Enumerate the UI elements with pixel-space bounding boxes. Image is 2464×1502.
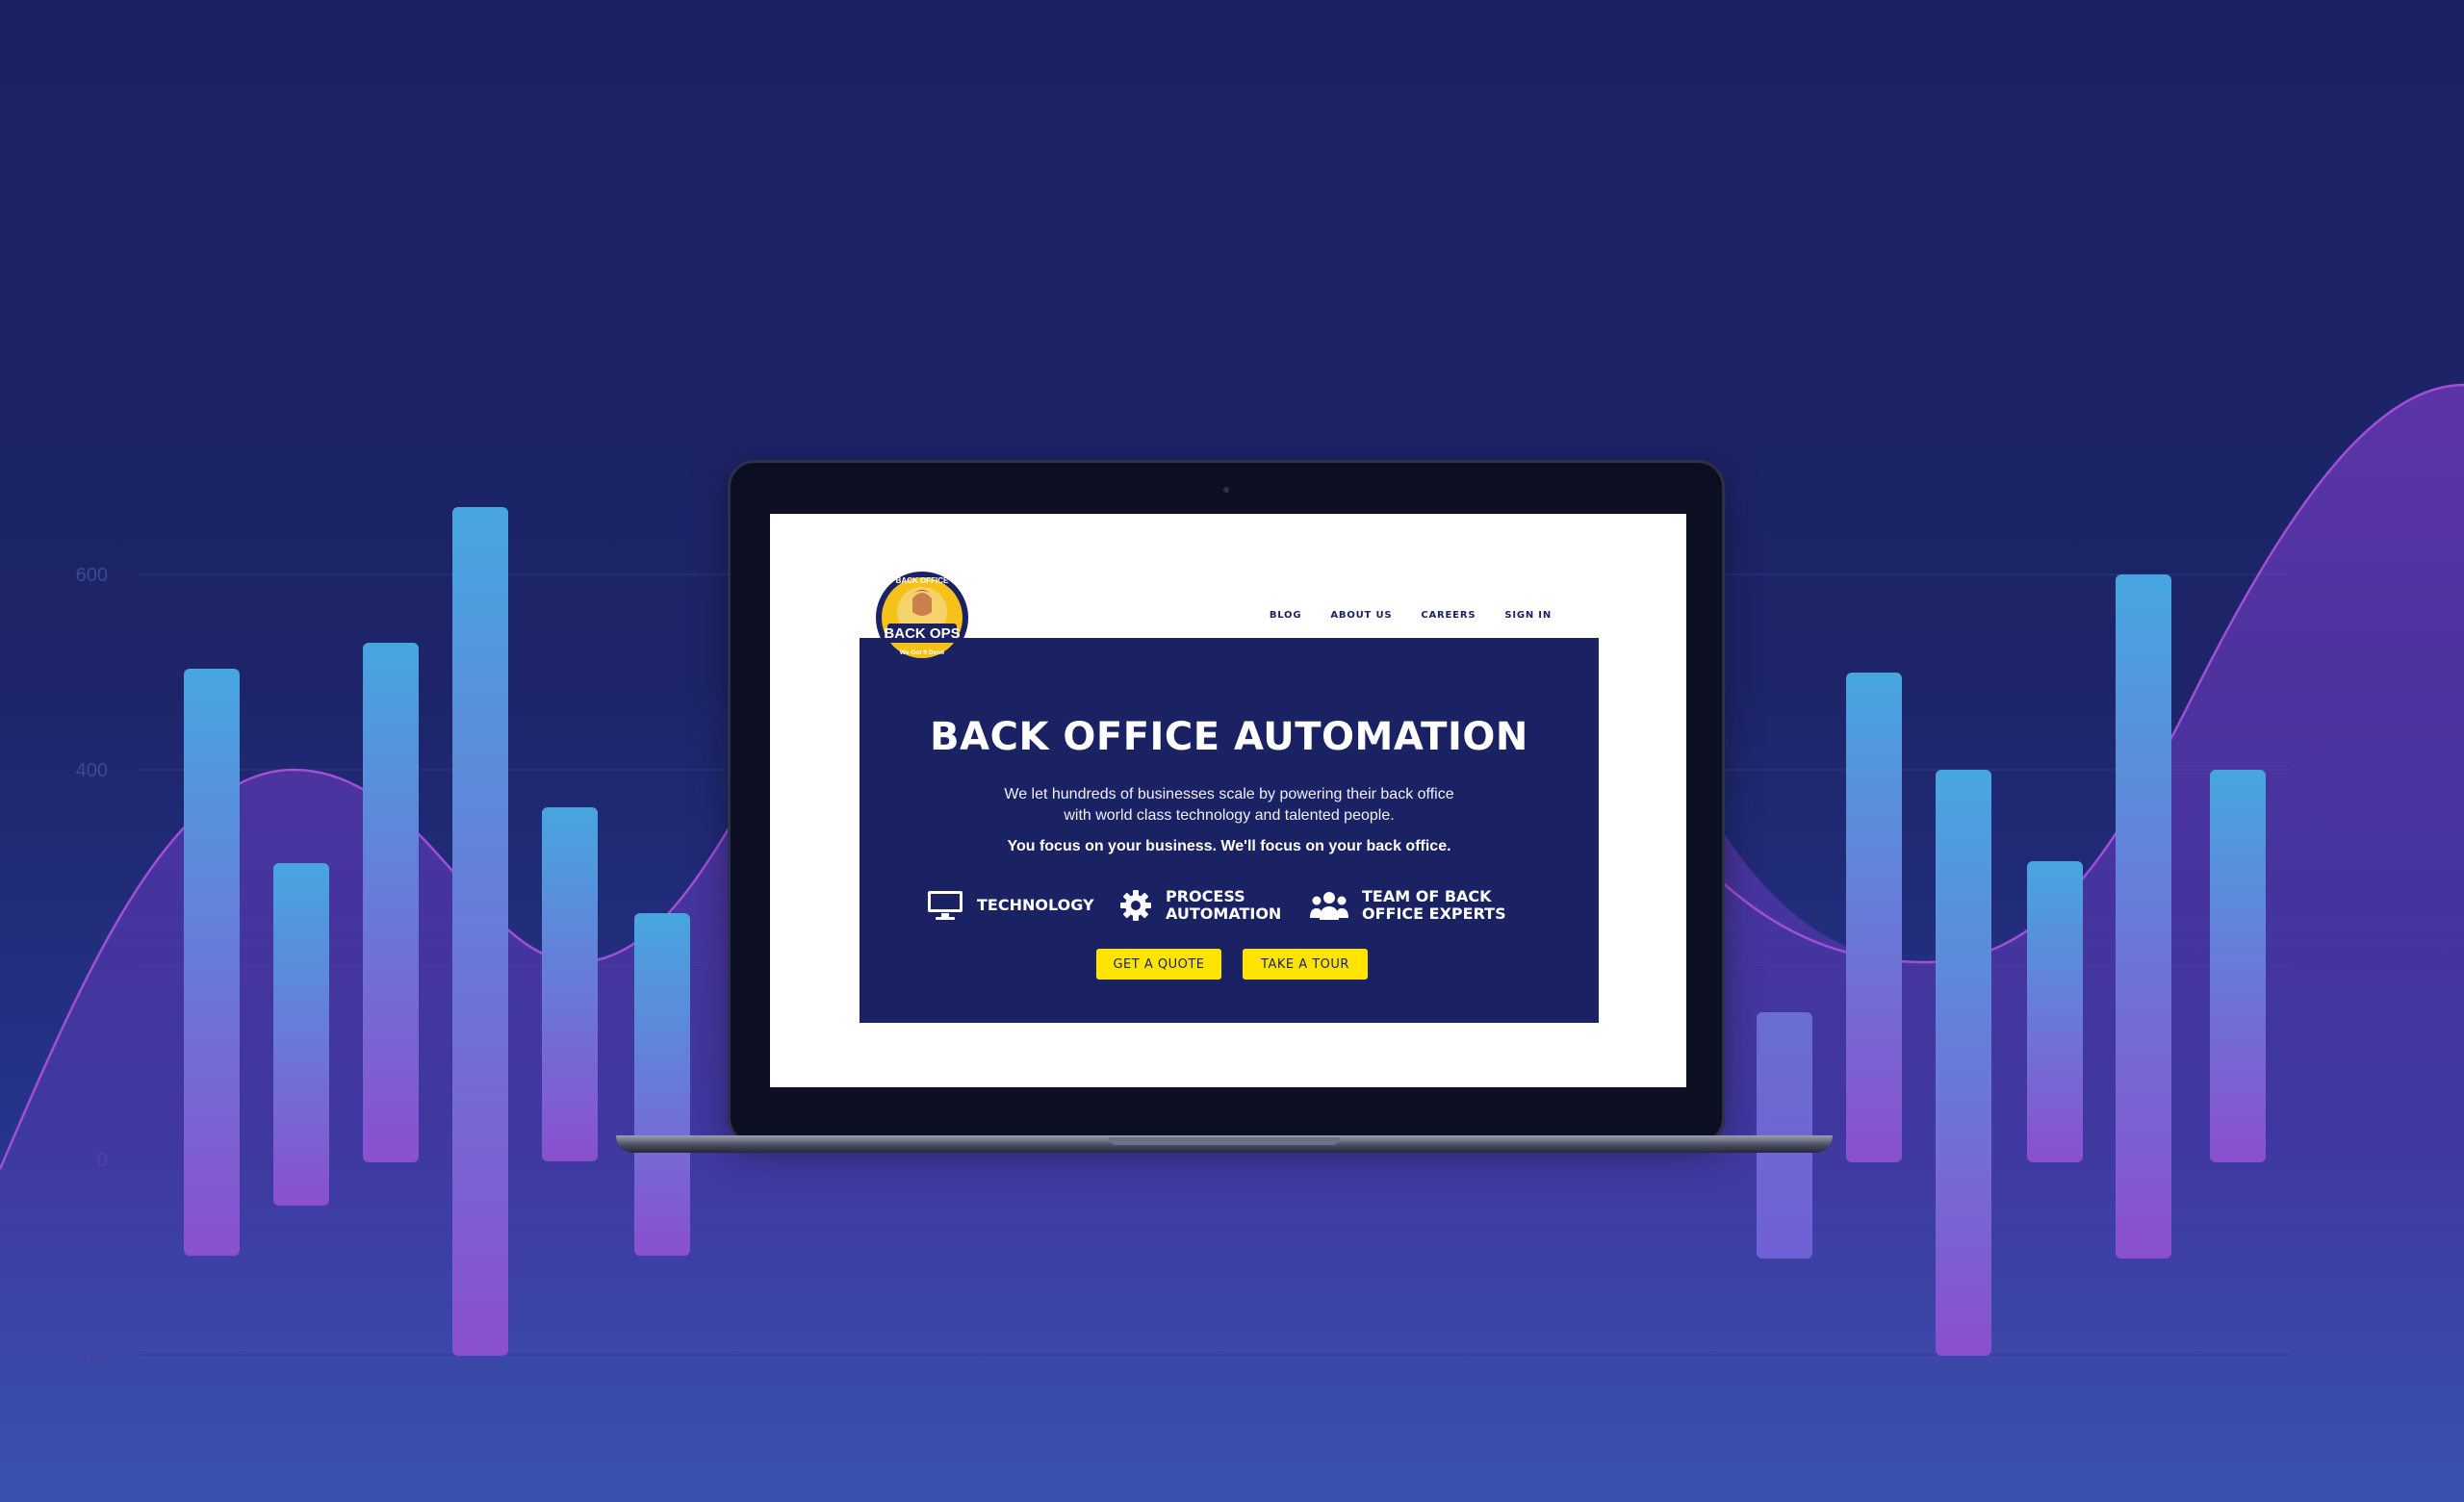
chart-bar — [1936, 770, 1991, 1356]
nav-about-us[interactable]: ABOUT US — [1330, 610, 1392, 621]
feature-technology: TECHNOLOGY — [927, 890, 1094, 921]
y-tick-label: 400 — [76, 760, 108, 781]
feature-team-label: TEAM OF BACK OFFICE EXPERTS — [1362, 888, 1506, 923]
feature-process-automation: PROCESS AUTOMATION — [1119, 888, 1281, 923]
back-ops-logo[interactable]: BACK OPS BACK OFFICE We Got It Done — [874, 570, 970, 666]
hero-subtitle-line-2: with world class technology and talented… — [1064, 807, 1395, 824]
nav-sign-in[interactable]: SIGN IN — [1504, 610, 1552, 621]
feature-label-line-1: PROCESS — [1166, 887, 1245, 905]
take-a-tour-button[interactable]: TAKE A TOUR — [1243, 949, 1368, 980]
feature-list: TECHNOLOGY PROCESS AUTOMATION TEAM OF BA… — [860, 886, 1599, 929]
logo-top-text: BACK OFFICE — [896, 576, 949, 585]
logo-tagline: We Got It Done — [900, 649, 945, 656]
chart-bar — [2116, 574, 2171, 1259]
hero-focus-text: You focus on your business. We'll focus … — [1007, 838, 1451, 854]
monitor-icon — [928, 891, 962, 920]
chart-bar — [273, 863, 329, 1206]
gear-icon — [1120, 890, 1151, 921]
y-tick-label: 600 — [76, 565, 108, 586]
logo-main-text: BACK OPS — [884, 625, 960, 642]
hero-subtitle-line-1: We let hundreds of businesses scale by p… — [1004, 786, 1454, 802]
feature-process-label: PROCESS AUTOMATION — [1166, 888, 1281, 923]
feature-team-experts: TEAM OF BACK OFFICE EXPERTS — [1310, 888, 1506, 923]
chart-bar — [542, 807, 598, 1161]
laptop-notch — [1109, 1137, 1340, 1145]
chart-bar — [2210, 770, 2266, 1162]
feature-technology-label: TECHNOLOGY — [977, 897, 1094, 914]
feature-label-line-1: TECHNOLOGY — [977, 896, 1094, 914]
chart-bar — [184, 669, 240, 1256]
hero-subtitle: We let hundreds of businesses scale by p… — [860, 784, 1599, 827]
hero-title: BACK OFFICE AUTOMATION — [930, 715, 1528, 759]
chart-bar — [634, 913, 690, 1256]
feature-label-line-1: TEAM OF BACK — [1362, 887, 1492, 905]
chart-bar — [363, 643, 419, 1162]
top-nav: BLOG ABOUT US CAREERS SIGN IN — [1270, 610, 1552, 621]
website-screen: BACK OPS BACK OFFICE We Got It Done BLOG… — [770, 514, 1686, 1087]
chart-bar — [2027, 861, 2083, 1162]
hero-section: BACK OFFICE AUTOMATION We let hundreds o… — [860, 638, 1599, 1023]
chart-bar — [1846, 673, 1902, 1162]
laptop-camera — [1223, 487, 1229, 493]
chart-bar — [452, 507, 508, 1356]
feature-label-line-2: OFFICE EXPERTS — [1362, 904, 1506, 923]
feature-label-line-2: AUTOMATION — [1166, 904, 1282, 923]
nav-blog[interactable]: BLOG — [1270, 610, 1302, 621]
team-icon — [1310, 892, 1348, 920]
get-a-quote-button[interactable]: GET A QUOTE — [1096, 949, 1221, 980]
nav-careers[interactable]: CAREERS — [1421, 610, 1476, 621]
